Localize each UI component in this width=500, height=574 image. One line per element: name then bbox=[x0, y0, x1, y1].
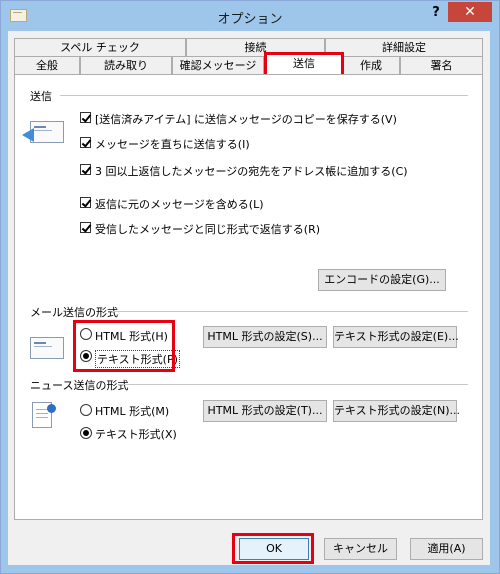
news-text-settings-button[interactable]: テキスト形式の設定(N)... bbox=[333, 400, 460, 422]
include-original-checkbox[interactable] bbox=[80, 197, 91, 208]
send-group-divider bbox=[60, 95, 468, 96]
apply-button[interactable]: 適用(A) bbox=[410, 538, 483, 560]
save-sent-copy-checkbox[interactable] bbox=[80, 112, 91, 123]
send-envelope-icon bbox=[30, 121, 64, 143]
include-original-label[interactable]: 返信に元のメッセージを含める(L) bbox=[95, 196, 264, 212]
mail-html-settings-button[interactable]: HTML 形式の設定(S)... bbox=[203, 326, 327, 348]
tab-signatures[interactable]: 署名 bbox=[400, 56, 483, 74]
mail-envelope-icon bbox=[30, 337, 64, 359]
help-button[interactable]: ? bbox=[427, 5, 445, 23]
mail-format-highlight bbox=[73, 320, 175, 372]
save-sent-copy-label[interactable]: [送信済みアイテム] に送信メッセージのコピーを保存する(V) bbox=[95, 111, 397, 127]
send-immediately-checkbox[interactable] bbox=[80, 137, 91, 148]
tab-compose[interactable]: 作成 bbox=[342, 56, 400, 74]
news-text-radio[interactable] bbox=[80, 427, 92, 439]
mail-format-title: メール送信の形式 bbox=[30, 306, 118, 319]
tab-advanced[interactable]: 詳細設定 bbox=[325, 38, 483, 56]
news-text-label[interactable]: テキスト形式(X) bbox=[95, 426, 177, 442]
auto-add-address-label[interactable]: 3 回以上返信したメッセージの宛先をアドレス帳に追加する(C) bbox=[95, 163, 408, 179]
close-button[interactable]: ✕ bbox=[448, 2, 492, 22]
dialog-title: オプション bbox=[217, 12, 283, 27]
reply-same-format-checkbox[interactable] bbox=[80, 222, 91, 233]
reply-same-format-label[interactable]: 受信したメッセージと同じ形式で返信する(R) bbox=[95, 221, 320, 237]
tab-receipts[interactable]: 確認メッセージ bbox=[172, 56, 264, 74]
title-bar[interactable]: オプション ? ✕ bbox=[1, 1, 499, 32]
news-pin-icon bbox=[47, 404, 56, 413]
send-immediately-label[interactable]: メッセージを直ちに送信する(I) bbox=[95, 136, 250, 152]
send-arrow-icon bbox=[22, 128, 34, 142]
news-format-title: ニュース送信の形式 bbox=[30, 379, 129, 392]
mail-text-settings-button[interactable]: テキスト形式の設定(E)... bbox=[333, 326, 459, 348]
mail-format-divider bbox=[112, 311, 468, 312]
cancel-button[interactable]: キャンセル bbox=[324, 538, 397, 560]
tab-general[interactable]: 全般 bbox=[14, 56, 80, 74]
news-html-radio[interactable] bbox=[80, 404, 92, 416]
auto-add-address-checkbox[interactable] bbox=[80, 164, 91, 175]
news-html-label[interactable]: HTML 形式(M) bbox=[95, 403, 169, 419]
send-group-title: 送信 bbox=[30, 90, 52, 103]
tab-read[interactable]: 読み取り bbox=[80, 56, 172, 74]
encoding-settings-button[interactable]: エンコードの設定(G)... bbox=[318, 269, 446, 291]
tab-spell-check[interactable]: スペル チェック bbox=[14, 38, 186, 56]
ok-button-highlight bbox=[232, 533, 314, 564]
news-html-settings-button[interactable]: HTML 形式の設定(T)... bbox=[203, 400, 327, 422]
news-format-divider bbox=[118, 384, 468, 385]
